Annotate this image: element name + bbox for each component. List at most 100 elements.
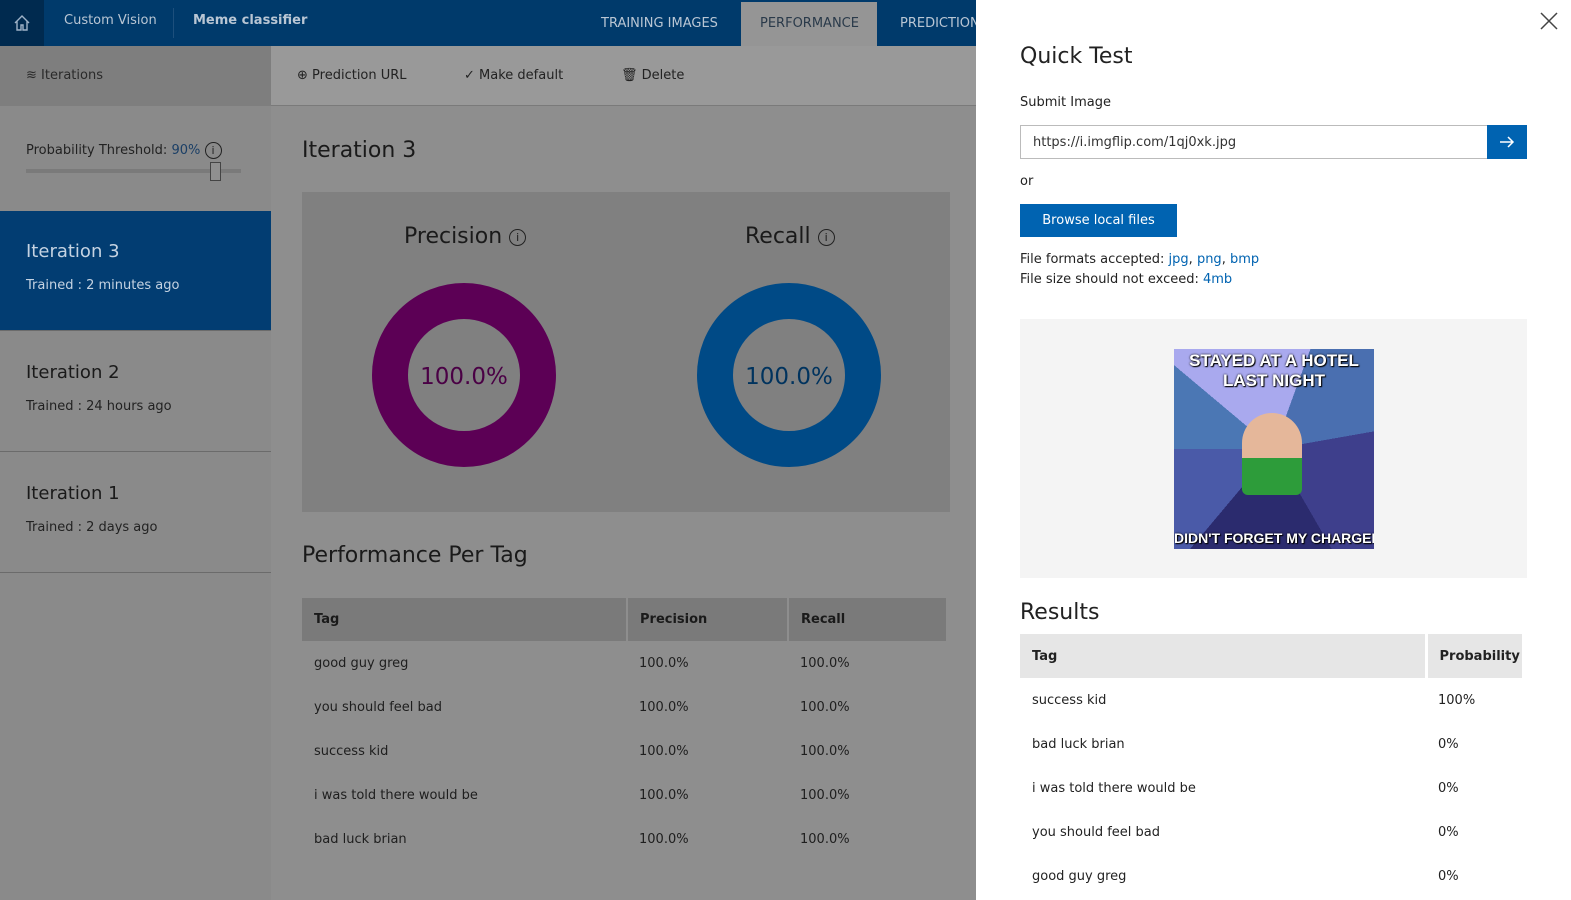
col-precision: Precision — [627, 598, 789, 641]
table-row: good guy greg 100.0% 100.0% — [302, 641, 947, 685]
table-cell: good guy greg — [314, 655, 409, 671]
submit-image-label: Submit Image — [1020, 95, 1111, 110]
prediction-url-button[interactable]: ⊕ Prediction URL — [297, 68, 407, 83]
tab-training-images[interactable]: TRAINING IMAGES — [601, 0, 718, 46]
iteration-item[interactable]: Iteration 3 Trained : 2 minutes ago — [0, 211, 271, 331]
table-cell: you should feel bad — [314, 699, 443, 715]
info-icon[interactable]: i — [509, 228, 527, 246]
col-tag: Tag — [302, 598, 628, 641]
iteration-name: Iteration 1 — [26, 483, 120, 504]
trash-icon: 🗑 — [621, 68, 638, 83]
iteration-trained: Trained : 24 hours ago — [26, 399, 172, 414]
recall-label: Recall i — [745, 224, 835, 249]
table-cell: bad luck brian — [1032, 736, 1125, 752]
table-cell: 100.0% — [800, 743, 850, 759]
tab-performance[interactable]: PERFORMANCE — [741, 2, 877, 46]
meme-bottom-text: DIDN'T FORGET MY CHARGER — [1174, 530, 1374, 546]
file-size-text: File size should not exceed: 4mb — [1020, 272, 1232, 287]
table-cell: 100.0% — [639, 655, 689, 671]
check-icon: ✓ — [464, 68, 475, 83]
metrics-card: Precision i Recall i 100.0% 100.0% — [302, 192, 950, 512]
precision-value: 100.0% — [420, 364, 508, 390]
formats-label: File formats accepted: — [1020, 252, 1165, 267]
table-cell: 100.0% — [639, 743, 689, 759]
precision-label: Precision i — [404, 224, 527, 249]
table-row: good guy greg 0% — [1020, 854, 1524, 898]
make-default-button[interactable]: ✓ Make default — [464, 68, 563, 83]
info-icon[interactable]: i — [204, 142, 222, 159]
table-row: i was told there would be 0% — [1020, 766, 1524, 810]
format-jpg: jpg — [1168, 252, 1189, 267]
table-cell: good guy greg — [1032, 868, 1127, 884]
brand-link[interactable]: Custom Vision — [64, 13, 157, 28]
home-button[interactable] — [0, 0, 44, 46]
arrow-right-icon — [1500, 136, 1515, 148]
table-cell: success kid — [314, 743, 389, 759]
tab-predictions[interactable]: PREDICTIONS — [900, 0, 976, 46]
iteration-trained: Trained : 2 minutes ago — [26, 278, 180, 293]
table-cell: 100.0% — [800, 831, 850, 847]
image-preview: STAYED AT A HOTEL LAST NIGHT DIDN'T FORG… — [1020, 319, 1527, 578]
delete-label: Delete — [641, 68, 685, 83]
table-row: you should feel bad 0% — [1020, 810, 1524, 854]
table-cell: you should feel bad — [1032, 824, 1161, 840]
delete-button[interactable]: 🗑 Delete — [621, 68, 684, 83]
table-cell: 100.0% — [800, 655, 850, 671]
recall-donut: 100.0% — [697, 283, 881, 467]
home-icon — [14, 15, 30, 31]
table-cell: i was told there would be — [314, 787, 478, 803]
layers-icon: ≋ — [26, 68, 37, 83]
results-title: Results — [1020, 600, 1100, 625]
make-default-label: Make default — [479, 68, 564, 83]
iteration-item[interactable]: Iteration 1 Trained : 2 days ago — [0, 453, 271, 573]
table-row: you should feel bad 100.0% 100.0% — [302, 685, 947, 729]
divider — [173, 8, 174, 38]
table-cell: 100.0% — [639, 831, 689, 847]
per-tag-title: Performance Per Tag — [302, 543, 528, 568]
threshold-text: Probability Threshold: — [26, 143, 168, 158]
threshold-label: Probability Threshold: 90% i — [26, 142, 222, 159]
table-cell: 0% — [1438, 868, 1459, 884]
image-url-input[interactable] — [1020, 125, 1488, 159]
globe-icon: ⊕ — [297, 68, 308, 83]
prediction-url-label: Prediction URL — [312, 68, 407, 83]
slider-handle[interactable] — [210, 162, 221, 181]
meme-image: STAYED AT A HOTEL LAST NIGHT DIDN'T FORG… — [1174, 349, 1374, 549]
col-tag: Tag — [1020, 634, 1428, 678]
table-row: bad luck brian 100.0% 100.0% — [302, 817, 947, 861]
col-recall: Recall — [788, 598, 948, 641]
table-row: success kid 100% — [1020, 678, 1524, 722]
table-cell: 0% — [1438, 780, 1459, 796]
iterations-header: ≋ Iterations — [0, 46, 271, 106]
browse-local-files-button[interactable]: Browse local files — [1020, 204, 1177, 237]
size-value: 4mb — [1203, 272, 1233, 287]
table-row: success kid 100.0% 100.0% — [302, 729, 947, 773]
page-title: Iteration 3 — [302, 138, 417, 163]
table-cell: 100.0% — [639, 699, 689, 715]
results-table: Tag Probability success kid 100% bad luck b… — [1020, 634, 1525, 898]
iteration-item[interactable]: Iteration 2 Trained : 24 hours ago — [0, 332, 271, 452]
meme-kid — [1242, 413, 1302, 495]
close-icon[interactable] — [1540, 12, 1558, 30]
table-cell: i was told there would be — [1032, 780, 1196, 796]
panel-title: Quick Test — [1020, 44, 1133, 69]
table-row: i was told there would be 100.0% 100.0% — [302, 773, 947, 817]
precision-title: Precision — [404, 224, 503, 249]
threshold-slider[interactable] — [26, 169, 241, 173]
iteration-name: Iteration 3 — [26, 241, 120, 262]
info-icon[interactable]: i — [817, 228, 835, 246]
table-row: bad luck brian 0% — [1020, 722, 1524, 766]
iterations-sidebar: ≋ Iterations Probability Threshold: 90% … — [0, 46, 271, 900]
quick-test-panel: Quick Test Submit Image or Browse local … — [976, 0, 1571, 900]
size-label: File size should not exceed: — [1020, 272, 1199, 287]
table-cell: 100% — [1438, 692, 1476, 708]
submit-url-button[interactable] — [1487, 125, 1527, 159]
toolbar: ⊕ Prediction URL ✓ Make default 🗑 Delete — [271, 46, 976, 106]
precision-donut: 100.0% — [372, 283, 556, 467]
top-nav: Custom Vision Meme classifier TRAINING I… — [0, 0, 976, 46]
project-name[interactable]: Meme classifier — [193, 13, 307, 28]
format-bmp: bmp — [1229, 252, 1260, 267]
col-probability: Probability — [1426, 634, 1525, 678]
table-cell: bad luck brian — [314, 831, 407, 847]
or-label: or — [1020, 174, 1034, 189]
